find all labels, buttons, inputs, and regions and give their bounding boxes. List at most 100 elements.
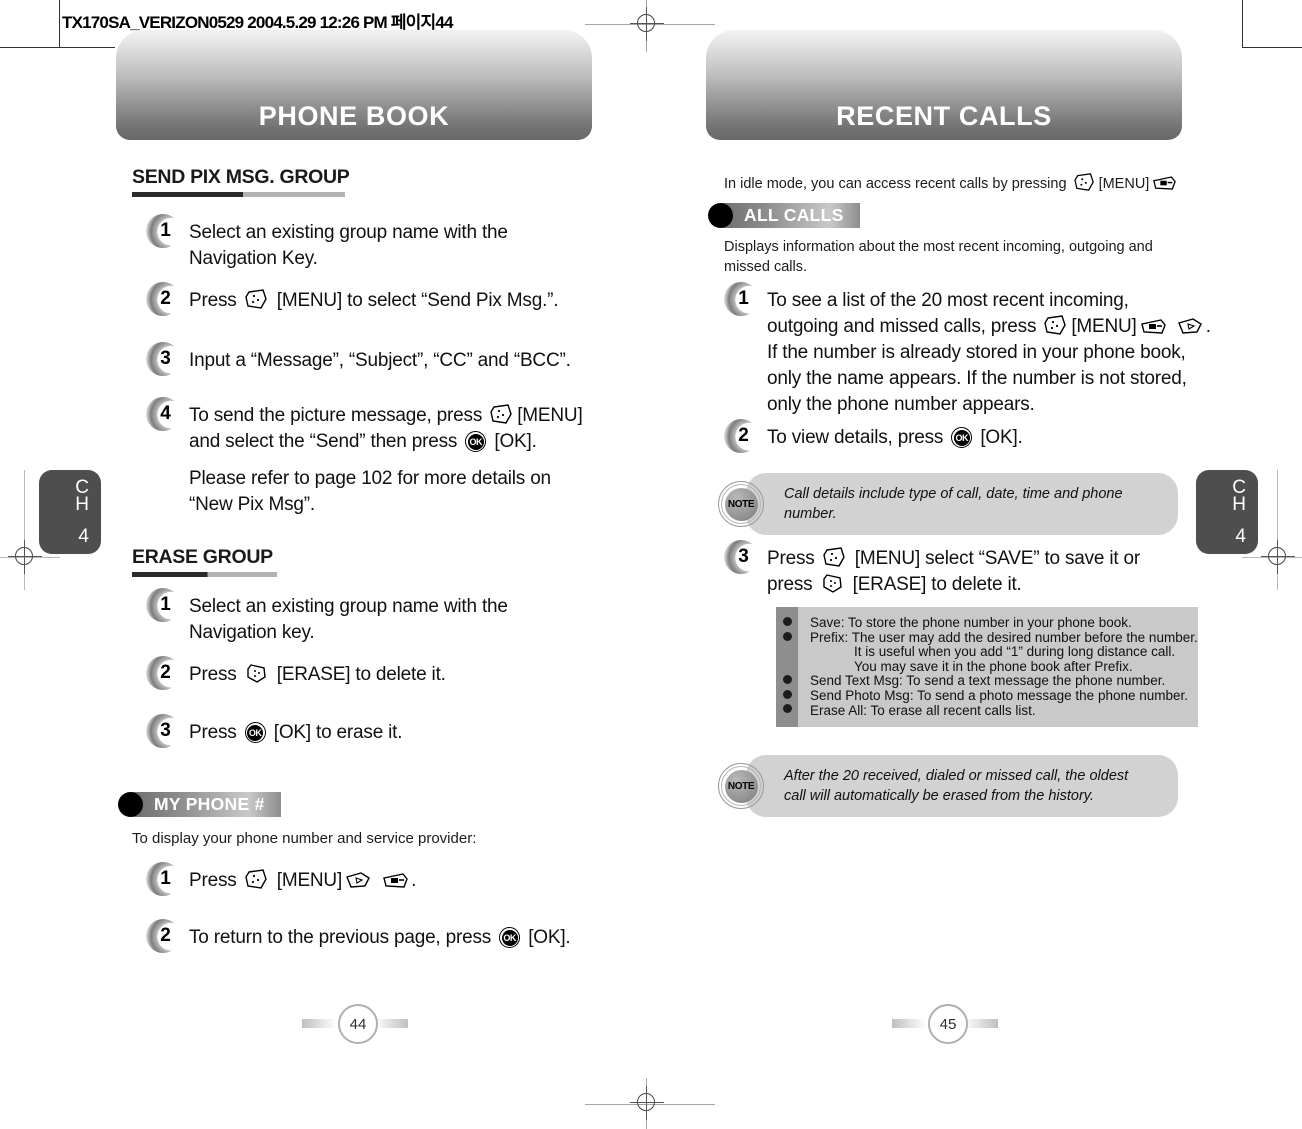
registration-mark-left	[8, 540, 42, 574]
page-number-wing-left	[302, 1019, 336, 1028]
list-item: Send Photo Msg: To send a photo message …	[810, 687, 1189, 703]
menu-key-icon	[1073, 172, 1096, 192]
all-calls-description: Displays information about the most rece…	[724, 237, 1194, 277]
step-text: To view details, press OK [OK].	[767, 427, 1023, 448]
chapter-tab-ch: C H	[75, 478, 89, 515]
menu-key-icon	[244, 868, 269, 890]
step-number: 2	[160, 925, 171, 946]
list-bullet	[782, 675, 792, 684]
banner-title: PHONE BOOK	[258, 101, 450, 131]
step-number: 4	[160, 403, 171, 424]
section-heading-rule	[132, 192, 345, 197]
badge-label: MY PHONE #	[154, 794, 265, 814]
list-item: Erase All: To erase all recent calls lis…	[810, 702, 1036, 718]
list-item: Send Text Msg: To send a text message th…	[810, 673, 1166, 689]
step-number-badge: 2	[146, 282, 180, 316]
ok-key-icon: OK	[499, 927, 521, 948]
badge-dot-icon	[708, 203, 733, 228]
step-number: 2	[160, 662, 171, 683]
step-item: 1 Select an existing group name with the…	[146, 588, 616, 646]
step-text: Press [MENU] to select “Send Pix Msg.”.	[189, 288, 559, 311]
step-text: Select an existing group name with the Na…	[189, 596, 508, 643]
note-badge-icon: NOTE	[718, 481, 764, 527]
list-item: Save: To store the phone number in your …	[810, 615, 1132, 630]
menu-key-icon	[490, 403, 514, 425]
note-bubble: After the 20 received, dialed or missed …	[746, 755, 1178, 817]
note-bubble: Call details include type of call, date,…	[746, 473, 1178, 535]
step-number-badge: 3	[146, 714, 180, 748]
step-text: Press [ERASE] to delete it.	[189, 662, 446, 685]
chapter-tab-right: C H 4	[1196, 470, 1258, 554]
ok-key-icon: OK	[244, 722, 266, 743]
menu-key-icon	[244, 288, 269, 310]
page-number-left: 44	[300, 1003, 410, 1044]
number-key-icon	[1140, 318, 1166, 336]
chapter-tab-number: 4	[1235, 526, 1246, 547]
step-number: 1	[738, 288, 749, 309]
note-callout-oldest-call: NOTE After the 20 received, dialed or mi…	[718, 755, 1178, 817]
section-heading-erase-group: ERASE GROUP	[132, 546, 277, 577]
list-bullet	[782, 617, 792, 626]
erase-key-icon	[245, 662, 269, 684]
section-heading-label: ERASE GROUP	[132, 546, 273, 568]
step-text: Press [MENU] select “SAVE” to save it or…	[767, 547, 1141, 595]
number-key-icon	[1152, 175, 1177, 192]
step-number: 1	[160, 868, 171, 889]
erase-key-icon	[821, 572, 845, 594]
list-bullet-spacer	[783, 661, 792, 670]
trim-rule-left-h	[0, 47, 115, 49]
page-banner-phone-book: PHONE BOOK	[116, 30, 592, 140]
step-text: To return to the previous page, press OK…	[189, 927, 571, 948]
section-heading-label: SEND PIX MSG. GROUP	[132, 166, 350, 188]
badge-label: ALL CALLS	[744, 205, 844, 225]
badge-all-calls: ALL CALLS	[708, 203, 860, 228]
number-key-icon	[382, 872, 408, 890]
chapter-tab-h: H	[1232, 494, 1246, 515]
chapter-tab-number: 4	[78, 526, 89, 547]
step-number-badge: 3	[146, 342, 180, 376]
note-text: After the 20 received, dialed or missed …	[784, 768, 1129, 804]
chapter-tab-left: C H 4	[39, 470, 101, 554]
badge-dot-icon	[118, 792, 143, 817]
step-item: 3 Press [MENU] select “SAVE” to save it …	[724, 540, 1224, 598]
left-page: PHONE BOOK SEND PIX MSG. GROUP 1 Select …	[110, 0, 710, 1129]
step-number-badge: 1	[724, 282, 758, 316]
page-banner-recent-calls: RECENT CALLS	[706, 30, 1182, 140]
step-number-badge: 1	[146, 862, 180, 896]
step-text: Press OK [OK] to erase it.	[189, 722, 403, 743]
page-number-right: 45	[890, 1003, 1000, 1044]
navigation-key-icon	[1177, 316, 1203, 336]
step-number-badge: 2	[724, 419, 758, 453]
options-list-items: Save: To store the phone number in your …	[798, 607, 1212, 727]
list-bullet	[782, 631, 792, 641]
list-bullet-spacer	[783, 646, 792, 655]
list-bullet	[782, 704, 792, 713]
step-text: Press [MENU] .	[189, 868, 417, 891]
step-item: 4 To send the picture message, press [ME…	[146, 397, 646, 518]
my-phone-intro-text: To display your phone number and service…	[132, 830, 477, 847]
section-heading-send-pix-msg-group: SEND PIX MSG. GROUP	[132, 166, 350, 197]
note-callout-call-details: NOTE Call details include type of call, …	[718, 473, 1178, 535]
page-number-value: 45	[928, 1004, 968, 1044]
list-item: You may save it in the phone book after …	[854, 658, 1133, 674]
note-badge-icon: NOTE	[718, 763, 764, 809]
step-number-badge: 1	[146, 214, 180, 248]
step-item: 2 Press [MENU] to select “Send Pix Msg.”…	[146, 282, 646, 316]
step-number: 1	[160, 220, 171, 241]
step-number-badge: 4	[146, 397, 180, 431]
note-badge-label: NOTE	[727, 780, 755, 792]
step-number: 1	[160, 594, 171, 615]
note-badge-label: NOTE	[727, 498, 755, 510]
step-item: 3 Input a “Message”, “Subject”, “CC” and…	[146, 342, 666, 376]
step-item: 1 Press [MENU] .	[146, 862, 616, 896]
chapter-tab-ch: C H	[1232, 478, 1246, 515]
step-number-badge: 2	[146, 919, 180, 953]
step-number: 2	[160, 288, 171, 309]
badge-bar: MY PHONE #	[132, 792, 281, 817]
step-number: 3	[738, 546, 749, 567]
list-bullet	[782, 689, 792, 699]
chapter-tab-h: H	[75, 494, 89, 515]
step-text: To see a list of the 20 most recent inco…	[767, 290, 1211, 415]
section-heading-rule	[132, 572, 277, 577]
note-text: Call details include type of call, date,…	[784, 486, 1123, 522]
